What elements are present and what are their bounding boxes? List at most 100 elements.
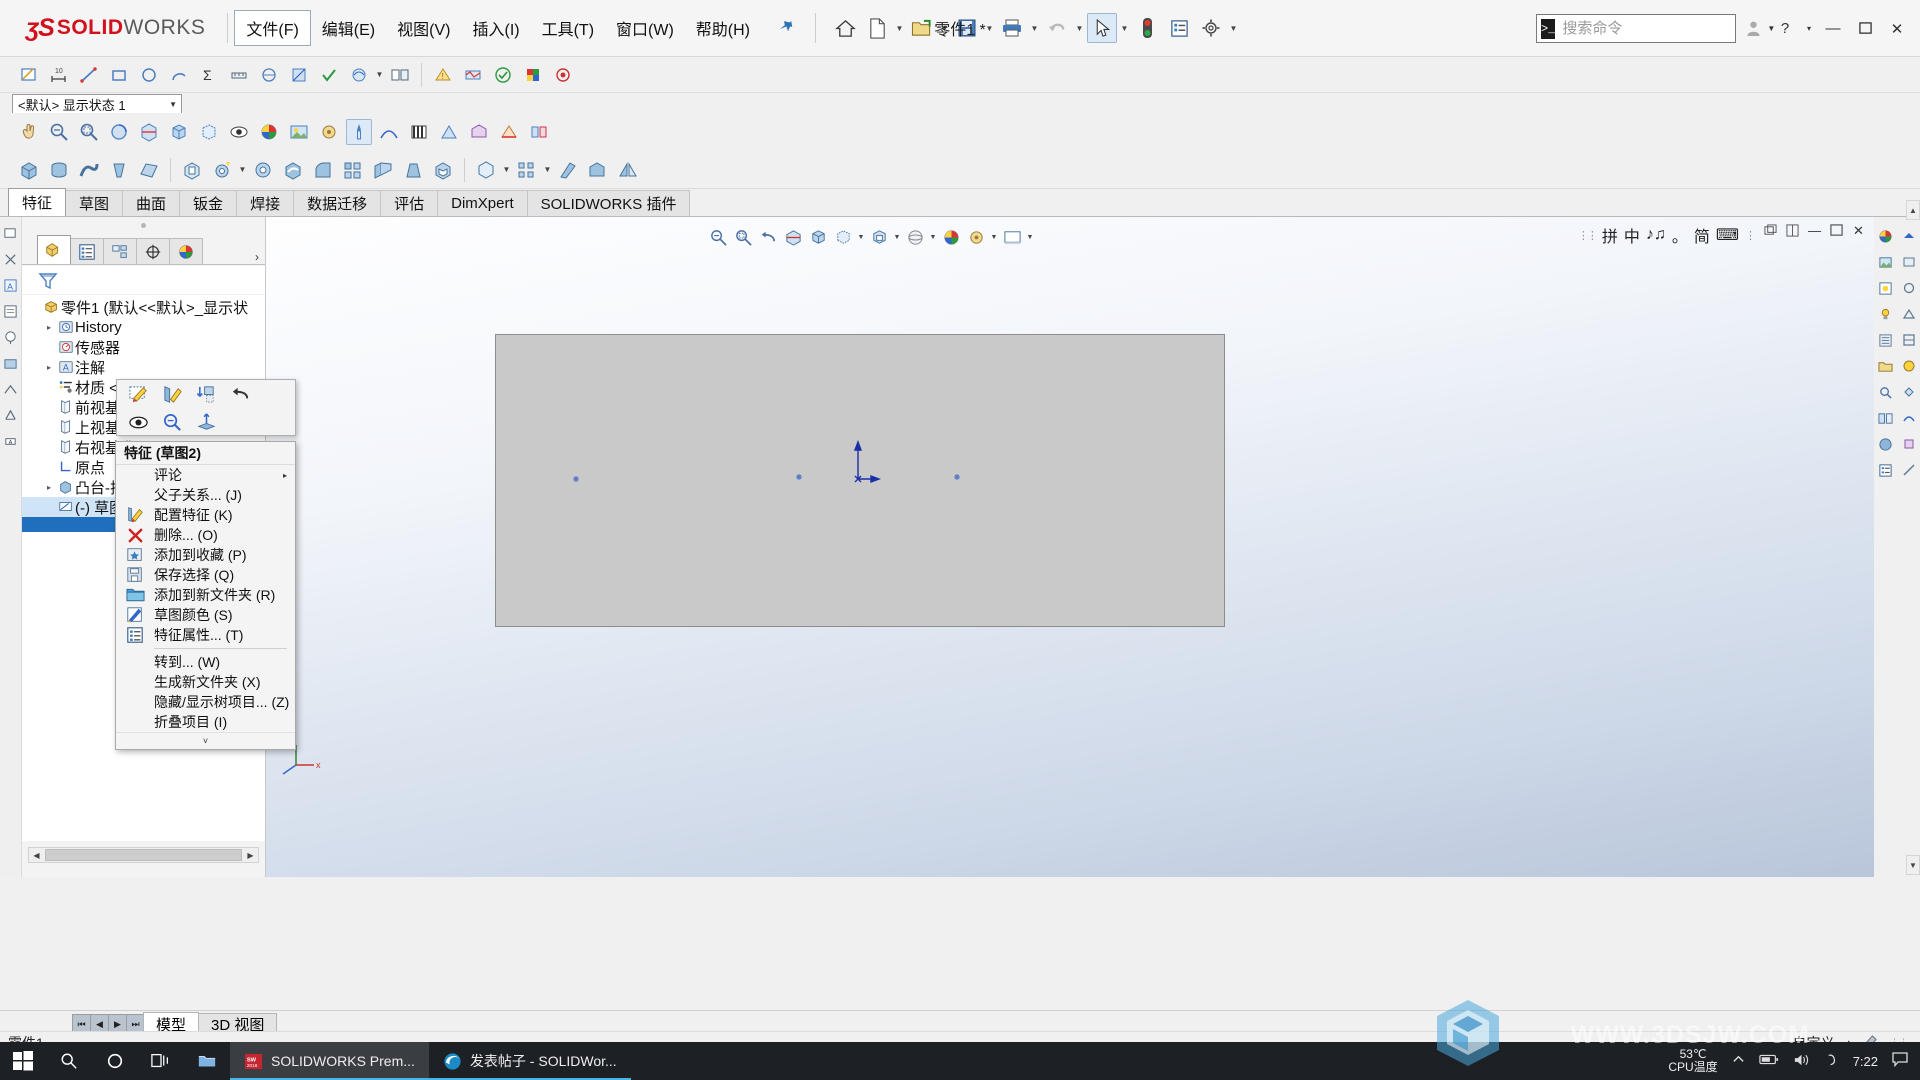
deviation-icon[interactable] xyxy=(346,62,372,88)
panel-tool-6-icon[interactable] xyxy=(1900,383,1918,401)
apply-scene-icon[interactable] xyxy=(939,225,963,249)
revolved-boss-icon[interactable] xyxy=(46,157,72,183)
edit-appearance-icon[interactable] xyxy=(256,119,282,145)
weld-symbol-icon[interactable] xyxy=(2,381,19,398)
chevron-down-icon[interactable]: ▼ xyxy=(928,225,938,249)
panel-tool-2-icon[interactable] xyxy=(1900,279,1918,297)
rectangle-tool-icon[interactable] xyxy=(106,62,132,88)
edit-feature-icon[interactable] xyxy=(161,383,183,405)
sketch-relations-icon[interactable] xyxy=(346,119,372,145)
ime-rain-icon[interactable]: 。 xyxy=(1672,223,1688,247)
lights-icon[interactable] xyxy=(1877,305,1895,323)
ime-mode[interactable]: 拼 xyxy=(1602,223,1618,247)
sketch-tool-icon[interactable] xyxy=(16,62,42,88)
tab-surfaces[interactable]: 曲面 xyxy=(122,190,181,216)
extruded-boss-icon[interactable] xyxy=(16,157,42,183)
mirror-icon[interactable] xyxy=(615,157,641,183)
undercut-icon[interactable] xyxy=(466,119,492,145)
windows-start-icon[interactable] xyxy=(0,1042,46,1080)
zoom-fit-icon[interactable] xyxy=(46,119,72,145)
viewport-layout-icon[interactable] xyxy=(1000,225,1024,249)
tab-solidworks-addins[interactable]: SOLIDWORKS 插件 xyxy=(526,190,691,216)
chevron-down-icon[interactable]: ▼ xyxy=(894,13,905,43)
tree-item-annotations[interactable]: ▸ A 注解 xyxy=(22,357,265,377)
ime-grip[interactable]: ⋮⋮ xyxy=(1578,229,1598,242)
show-eye-icon[interactable] xyxy=(127,411,149,433)
ctx-hide-show-tree-items[interactable]: 隐藏/显示树项目... (Z) xyxy=(116,692,295,712)
curvature-icon[interactable] xyxy=(376,119,402,145)
property-manager-tab[interactable] xyxy=(70,238,104,264)
menu-view[interactable]: 视图(V) xyxy=(386,11,461,45)
section-properties-icon[interactable] xyxy=(286,62,312,88)
balloon-icon[interactable] xyxy=(2,329,19,346)
appearances-icon[interactable] xyxy=(1877,227,1895,245)
smart-dimension-icon[interactable]: 10 xyxy=(46,62,72,88)
sum-icon[interactable]: Σ xyxy=(196,62,222,88)
minimize-doc-icon[interactable]: — xyxy=(1807,223,1822,238)
filter-row[interactable] xyxy=(22,267,265,295)
minimize-icon[interactable]: — xyxy=(1818,14,1848,44)
scroll-left-icon[interactable]: ◀ xyxy=(29,851,44,860)
ctx-collapse-items[interactable]: 折叠项目 (I) xyxy=(116,712,295,732)
scroll-down-icon[interactable]: ▼ xyxy=(1906,855,1920,875)
panel-tool-8-icon[interactable] xyxy=(1900,435,1918,453)
extruded-part-body[interactable] xyxy=(495,334,1225,627)
datum-icon[interactable]: A xyxy=(2,433,19,450)
tree-item-sensors[interactable]: 传感器 xyxy=(22,337,265,357)
zoom-to-fit-icon[interactable] xyxy=(706,225,730,249)
ctx-configure-feature[interactable]: 配置特征 (K) xyxy=(116,505,295,525)
block-icon[interactable] xyxy=(2,355,19,372)
taskbar-search-icon[interactable] xyxy=(46,1042,92,1080)
panel-tool-1-icon[interactable] xyxy=(1900,253,1918,271)
compare-documents-icon[interactable] xyxy=(387,62,413,88)
search-commands-box[interactable]: >_ ▼ xyxy=(1536,14,1775,43)
tree-item-history[interactable]: ▸ History xyxy=(22,317,265,337)
panel-tool-4-icon[interactable] xyxy=(1900,331,1918,349)
insert-into-new-part-icon[interactable] xyxy=(195,383,217,405)
circle-tool-icon[interactable] xyxy=(136,62,162,88)
edit-appearance-icon[interactable] xyxy=(903,225,927,249)
hide-show-items-icon[interactable] xyxy=(867,225,891,249)
hole-wizard-icon[interactable] xyxy=(209,157,235,183)
tab-weldments[interactable]: 焊接 xyxy=(236,190,295,216)
check-icon[interactable] xyxy=(490,62,516,88)
maximize-doc-icon[interactable] xyxy=(1829,223,1844,238)
note-icon[interactable] xyxy=(2,303,19,320)
ctx-create-new-folder[interactable]: 生成新文件夹 (X) xyxy=(116,672,295,692)
chevron-down-icon[interactable]: ▼ xyxy=(1119,13,1130,43)
feature-tree-tab[interactable] xyxy=(37,235,71,264)
zoom-to-selection-icon[interactable] xyxy=(161,411,183,433)
draft-icon[interactable] xyxy=(400,157,426,183)
tab-dimxpert[interactable]: DimXpert xyxy=(437,190,528,216)
section-view-icon[interactable] xyxy=(781,225,805,249)
chevron-down-icon[interactable]: ▼ xyxy=(989,225,999,249)
reference-geometry-icon[interactable] xyxy=(473,157,499,183)
save-icon[interactable] xyxy=(952,13,982,43)
tab-sheetmetal[interactable]: 钣金 xyxy=(179,190,238,216)
decals-icon[interactable] xyxy=(1877,279,1895,297)
expander-icon[interactable]: ▸ xyxy=(42,363,56,372)
expander-icon[interactable]: ▸ xyxy=(42,483,56,492)
ime-music-icon[interactable]: ♪♫ xyxy=(1646,226,1666,244)
options-list-icon[interactable] xyxy=(1164,13,1194,43)
chevron-down-icon[interactable]: ▼ xyxy=(542,155,553,185)
section-view-icon[interactable] xyxy=(136,119,162,145)
filter-funnel-icon[interactable] xyxy=(38,271,58,291)
scenes-icon[interactable] xyxy=(1877,253,1895,271)
zoom-to-area-icon[interactable] xyxy=(731,225,755,249)
ctx-add-to-favorites[interactable]: 添加到收藏 (P) xyxy=(116,545,295,565)
search-input[interactable] xyxy=(1555,19,1764,38)
pushpin-icon[interactable] xyxy=(759,6,810,51)
design-library-icon[interactable] xyxy=(1877,331,1895,349)
menu-file[interactable]: 文件(F) xyxy=(234,10,311,46)
view-orientation-icon[interactable] xyxy=(166,119,192,145)
open-folder-icon[interactable] xyxy=(907,13,937,43)
text-annotation-icon[interactable]: A xyxy=(2,277,19,294)
edit-sketch-icon[interactable] xyxy=(127,383,149,405)
ime-lang[interactable]: 中 xyxy=(1624,223,1640,247)
lofted-boss-icon[interactable] xyxy=(106,157,132,183)
ctx-comment[interactable]: 评论 ▸ xyxy=(116,465,295,485)
close-doc-icon[interactable]: ✕ xyxy=(1851,223,1866,238)
arc-tool-icon[interactable] xyxy=(166,62,192,88)
cpu-temperature-widget[interactable]: 53℃ CPU温度 xyxy=(1668,1047,1717,1074)
